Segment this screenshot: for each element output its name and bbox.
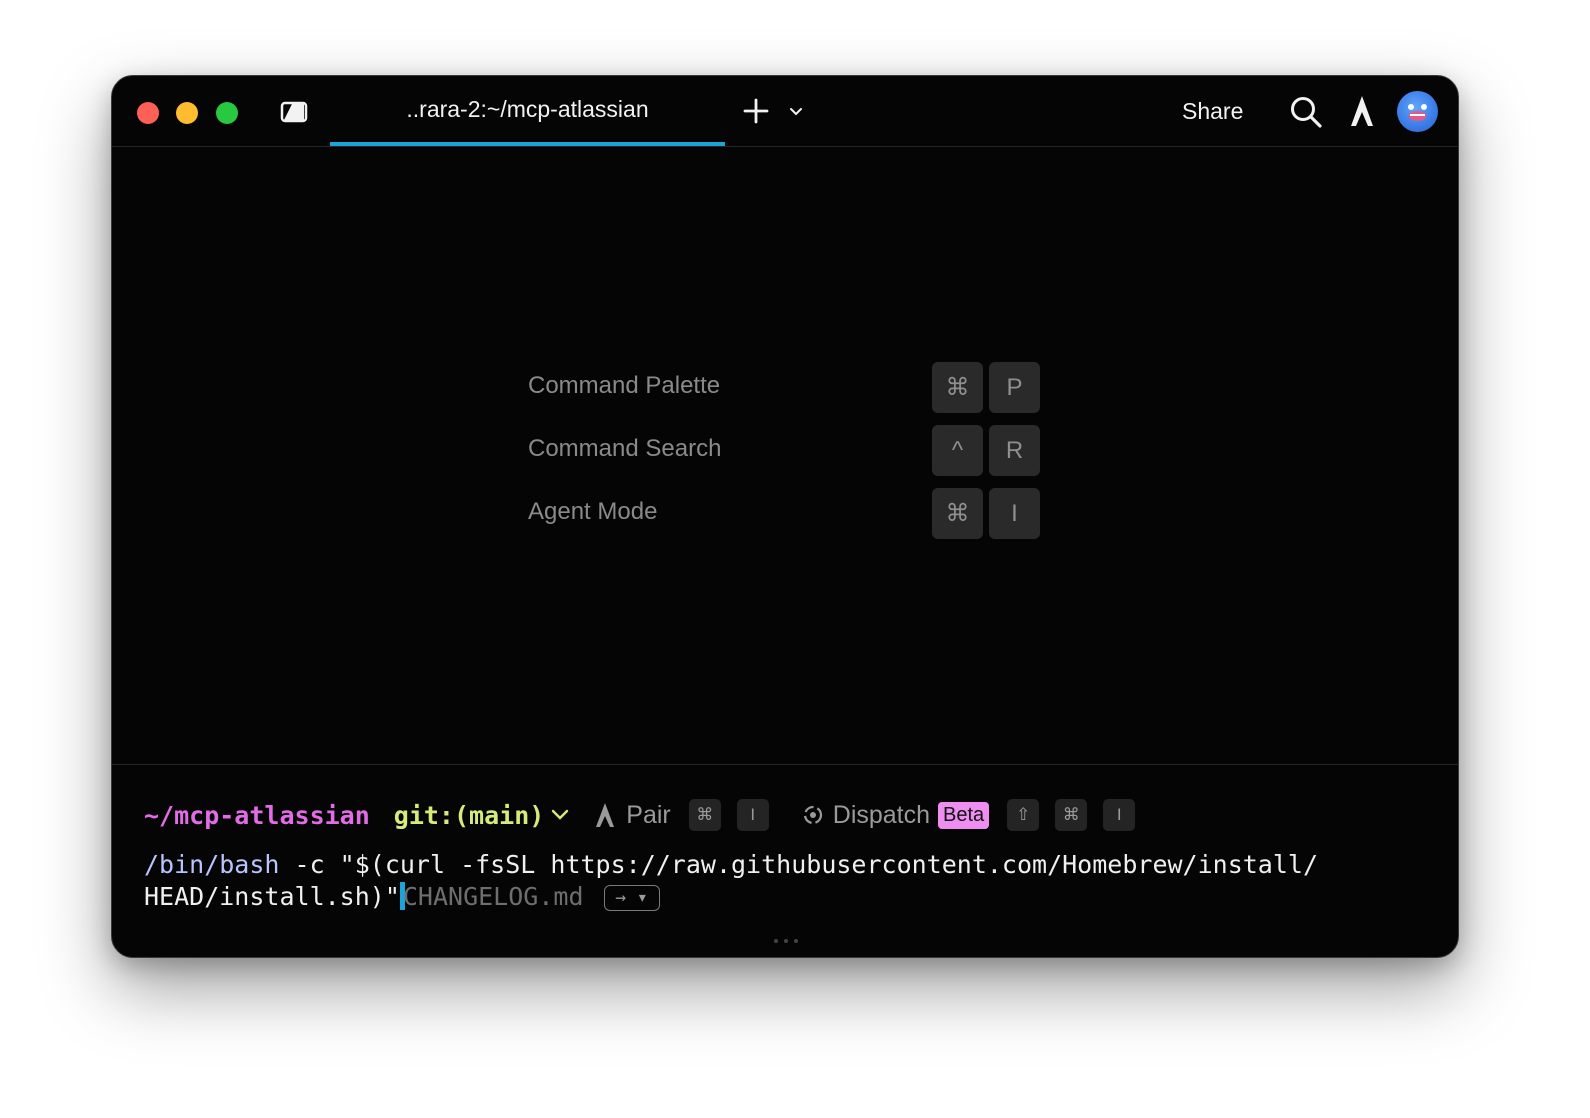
autosuggestion: CHANGELOG.md (402, 882, 584, 911)
shortcut-key: ^ (932, 425, 983, 476)
shortcut-key: I (989, 488, 1040, 539)
tab-title: ..rara-2:~/mcp-atlassian (406, 95, 649, 122)
command-input[interactable]: /bin/bash -c "$(curl -fsSL https://raw.g… (144, 849, 1434, 913)
plus-icon[interactable] (742, 97, 770, 125)
shortcut-key: P (989, 362, 1040, 413)
dispatch-icon[interactable] (801, 803, 825, 827)
git-branch-label[interactable]: git:(main) (394, 801, 545, 830)
cwd-label[interactable]: ~/mcp-atlassian (144, 801, 370, 830)
shortcut-key: ⌘ (932, 488, 983, 539)
prompt-context: ~/mcp-atlassian git:(main) Pair ⌘ I Disp… (144, 798, 1136, 832)
accept-suggestion-button[interactable]: → ▾ (603, 885, 660, 911)
shortcut-command-palette: Command Palette ⌘ P (528, 362, 1048, 414)
input-divider (112, 764, 1458, 765)
tab-active[interactable]: ..rara-2:~/mcp-atlassian (330, 76, 725, 146)
maximize-window-button[interactable] (216, 102, 238, 124)
dispatch-shortcut-key: I (1103, 799, 1136, 831)
chevron-down-icon[interactable] (550, 808, 570, 822)
shortcut-key: ⌘ (932, 362, 983, 413)
dispatch-shortcut-key: ⇧ (1007, 799, 1040, 831)
command-args-continued: HEAD/install.sh)" (144, 882, 400, 911)
rocket-icon[interactable] (1348, 94, 1376, 128)
dispatch-button[interactable]: Dispatch (833, 801, 930, 830)
pair-button[interactable]: Pair (626, 801, 670, 830)
shortcut-key: R (989, 425, 1040, 476)
terminal-window: ..rara-2:~/mcp-atlassian Share Command P… (111, 75, 1459, 958)
title-bar: ..rara-2:~/mcp-atlassian Share (112, 76, 1458, 147)
close-window-button[interactable] (137, 102, 159, 124)
shortcut-label: Command Search (528, 435, 722, 462)
shortcut-agent-mode: Agent Mode ⌘ I (528, 488, 1048, 540)
pair-icon[interactable] (594, 802, 616, 828)
resize-handle-icon[interactable] (773, 938, 799, 944)
command-args: -c "$(curl -fsSL https://raw.githubuserc… (279, 850, 1319, 879)
avatar[interactable] (1397, 91, 1438, 132)
pair-shortcut-key: I (736, 799, 769, 831)
minimize-window-button[interactable] (176, 102, 198, 124)
search-icon[interactable] (1289, 95, 1323, 129)
pair-shortcut-key: ⌘ (688, 799, 721, 831)
share-button[interactable]: Share (1182, 98, 1243, 125)
shortcut-label: Command Palette (528, 372, 721, 399)
shortcut-label: Agent Mode (528, 498, 658, 525)
panel-toggle-icon[interactable] (280, 100, 308, 124)
shortcut-command-search: Command Search ^ R (528, 425, 1048, 477)
chevron-down-icon[interactable] (788, 104, 804, 120)
avatar-face-icon (1408, 104, 1427, 121)
dispatch-shortcut-key: ⌘ (1055, 799, 1088, 831)
command-binary: /bin/bash (144, 850, 280, 879)
beta-badge: Beta (938, 801, 990, 829)
